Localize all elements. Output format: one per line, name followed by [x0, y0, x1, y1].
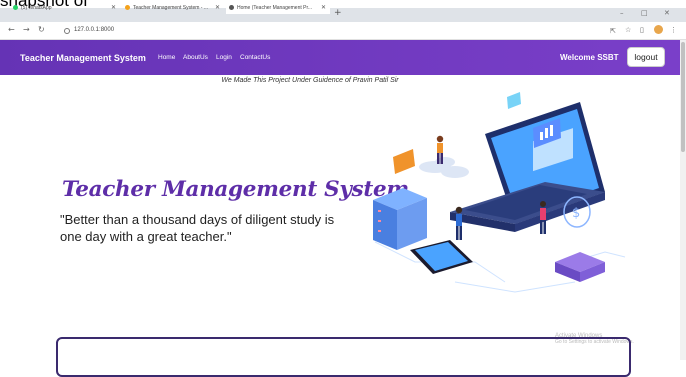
hero-quote: "Better than a thousand days of diligent… — [60, 212, 335, 244]
share-icon[interactable]: ⇱ — [610, 27, 616, 35]
laptop-icon — [450, 102, 605, 232]
nav-link-aboutus[interactable]: AboutUs — [183, 54, 208, 61]
logout-button[interactable]: logout — [627, 47, 665, 67]
tab-label: Home (Teacher Management Pr... — [237, 4, 313, 11]
phone-icon — [410, 240, 473, 274]
menu-kebab-icon[interactable]: ⋮ — [670, 26, 677, 34]
tab-home[interactable]: Home (Teacher Management Pr... ✕ — [226, 1, 330, 14]
folder-icon — [393, 149, 415, 174]
person-icon — [540, 201, 546, 234]
nav-link-home[interactable]: Home — [158, 54, 175, 61]
note-icon — [507, 92, 521, 109]
svg-text:$: $ — [572, 206, 580, 221]
tab-label: Teacher Management System - ... — [133, 4, 209, 11]
tab-label: (5) WhatsApp — [21, 4, 52, 11]
site-navbar: Teacher Management System Home AboutUs L… — [0, 40, 680, 75]
welcome-text: Welcome SSBT — [560, 53, 619, 62]
guidance-text: We Made This Project Under Guidence of P… — [221, 77, 399, 84]
new-tab-button[interactable]: + — [334, 9, 342, 18]
tab-whatsapp[interactable]: (5) WhatsApp ✕ — [10, 1, 120, 14]
close-icon[interactable]: ✕ — [111, 4, 116, 11]
hero-illustration: $ — [373, 92, 626, 293]
globe-icon — [229, 5, 234, 10]
reload-icon[interactable]: ↻ — [38, 26, 45, 34]
server-rack-icon — [555, 252, 605, 282]
profile-avatar[interactable] — [654, 25, 663, 34]
maximize-button[interactable]: □ — [641, 9, 648, 17]
server-rack-icon — [373, 188, 427, 250]
bookmark-star-icon[interactable]: ☆ — [625, 26, 631, 34]
tab-teacher-management[interactable]: Teacher Management System - ... ✕ — [122, 1, 224, 14]
sidebar-icon[interactable]: ▯ — [640, 26, 644, 34]
site-info-icon[interactable] — [64, 28, 70, 34]
back-icon[interactable]: ← — [8, 26, 15, 34]
forward-icon[interactable]: → — [23, 26, 30, 34]
close-icon[interactable]: ✕ — [215, 4, 220, 11]
person-icon — [455, 206, 463, 240]
nav-link-contactus[interactable]: ContactUs — [240, 54, 270, 61]
url-field[interactable]: 127.0.0.1:8000 — [74, 27, 114, 33]
scrollbar-thumb[interactable] — [681, 42, 685, 152]
nav-link-login[interactable]: Login — [216, 54, 232, 61]
close-icon[interactable]: ✕ — [321, 4, 326, 11]
minimize-button[interactable]: – — [620, 9, 624, 17]
site-favicon-icon — [125, 5, 130, 10]
whatsapp-icon — [13, 5, 18, 10]
brand-name[interactable]: Teacher Management System — [20, 53, 146, 63]
window-close-button[interactable]: ✕ — [664, 9, 670, 17]
content-card — [56, 337, 631, 377]
